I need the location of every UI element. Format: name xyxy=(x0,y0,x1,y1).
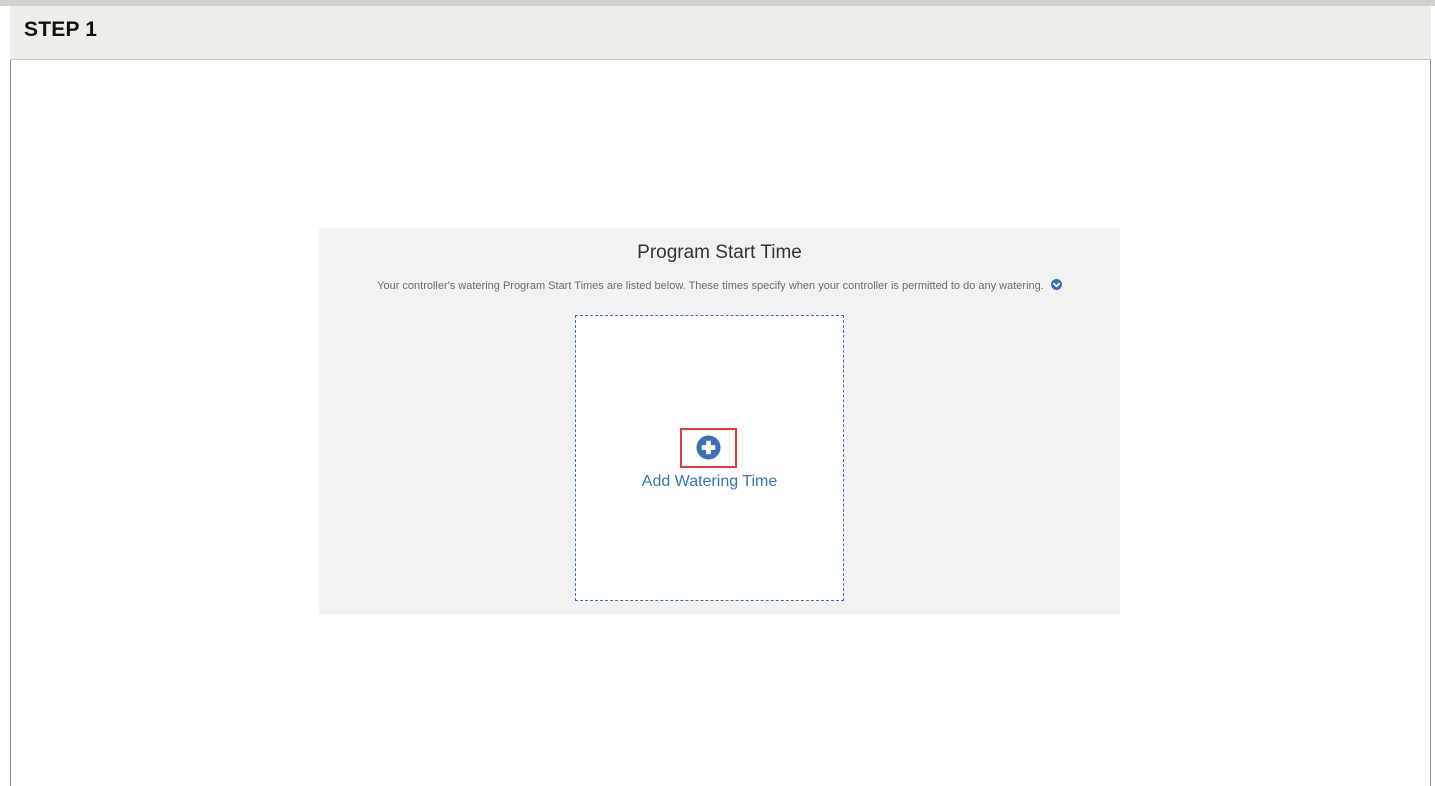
add-watering-time-button[interactable]: Add Watering Time xyxy=(575,315,844,601)
panel-description-row: Your controller's watering Program Start… xyxy=(319,279,1120,292)
panel-description: Your controller's watering Program Start… xyxy=(377,280,1044,292)
page: STEP 1 Program Start Time Your controlle… xyxy=(0,0,1435,786)
plus-circle-icon[interactable] xyxy=(696,435,721,460)
program-start-time-panel: Program Start Time Your controller's wat… xyxy=(319,228,1120,614)
step-title: STEP 1 xyxy=(24,18,98,41)
frame-left-border xyxy=(10,60,11,786)
add-watering-time-label[interactable]: Add Watering Time xyxy=(576,473,843,491)
frame-right-border xyxy=(1430,60,1431,786)
step-header: STEP 1 xyxy=(10,6,1431,60)
chevron-down-circle-icon[interactable] xyxy=(1050,279,1062,290)
panel-title: Program Start Time xyxy=(637,242,802,263)
